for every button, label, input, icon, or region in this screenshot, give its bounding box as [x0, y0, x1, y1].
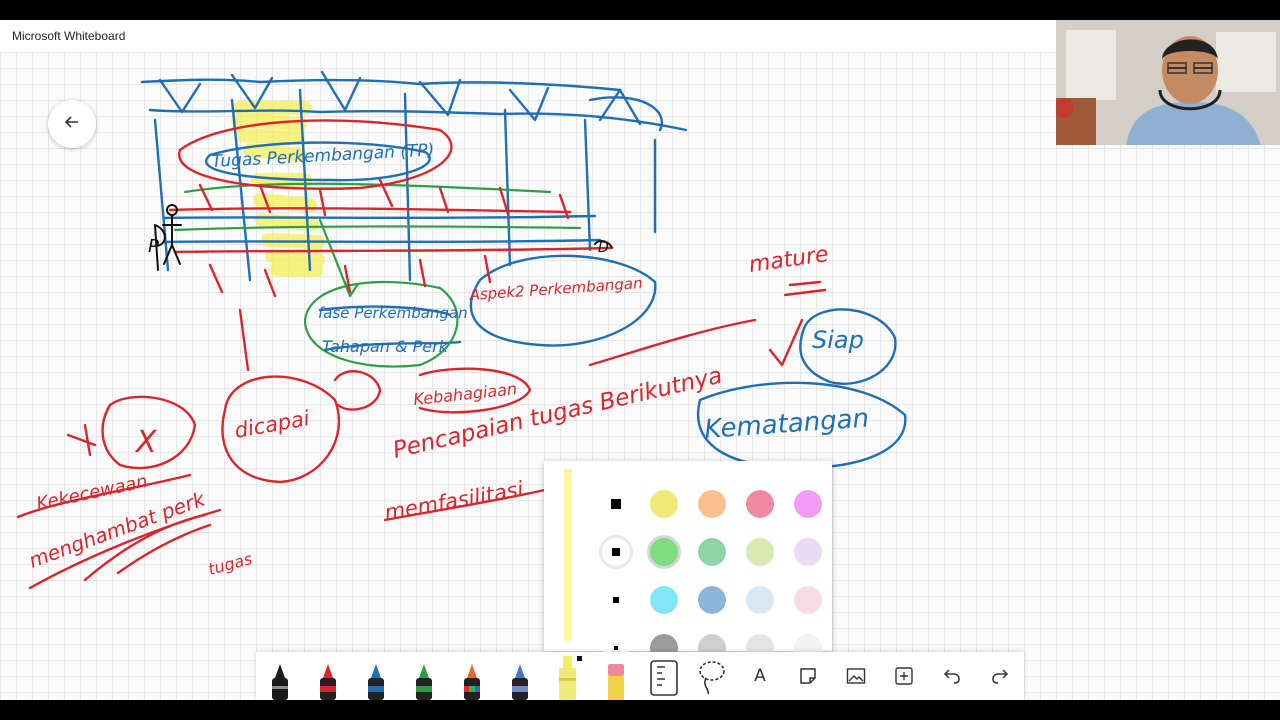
ink-text-fase-perkembangan: fase Perkembangan	[318, 304, 468, 322]
pen-icon	[464, 664, 480, 700]
lasso-tool[interactable]	[692, 652, 732, 700]
ink-text-tahapan: Tahapan & Perk	[322, 337, 449, 356]
redo-icon	[992, 669, 1009, 684]
ink-text-memfasilitasi: memfasilitasi	[383, 477, 526, 525]
color-swatch[interactable]	[794, 490, 822, 518]
ruler-icon	[650, 660, 678, 696]
redo-button[interactable]	[980, 652, 1020, 700]
pen-size-thick[interactable]	[602, 538, 630, 566]
ink-text-p: P	[148, 236, 159, 257]
note-tool[interactable]	[788, 652, 828, 700]
highlighter-icon	[559, 656, 582, 700]
bottom-toolbar: A	[256, 652, 1024, 700]
ink-text-kebahagiaan: Kebahagiaan	[412, 379, 517, 409]
color-swatch[interactable]	[698, 586, 726, 614]
ruler-tool[interactable]	[644, 652, 684, 700]
red-pen-tool[interactable]	[308, 652, 348, 700]
ink-text-d: D	[598, 240, 609, 256]
pen-icon	[416, 664, 432, 700]
pen-icon	[320, 664, 336, 700]
color-swatch[interactable]	[794, 538, 822, 566]
webcam-video	[1056, 20, 1280, 145]
ink-text-siap: Siap	[812, 326, 864, 354]
ink-text-x: X	[134, 425, 158, 460]
pen-icon	[368, 664, 384, 700]
blue-pen-tool[interactable]	[356, 652, 396, 700]
black-strokes	[154, 204, 613, 271]
add-tool[interactable]	[884, 652, 924, 700]
note-icon	[800, 668, 816, 684]
eraser-tool[interactable]	[596, 652, 636, 700]
color-swatch[interactable]	[746, 586, 774, 614]
color-swatch[interactable]	[746, 538, 774, 566]
text-tool[interactable]: A	[740, 652, 780, 700]
pen-size-medium[interactable]	[602, 586, 630, 614]
ink-palette-popup	[544, 461, 832, 662]
color-swatch[interactable]	[794, 586, 822, 614]
color-swatch[interactable]	[698, 490, 726, 518]
color-swatch[interactable]	[650, 490, 678, 518]
green-pen-tool[interactable]	[404, 652, 444, 700]
undo-button[interactable]	[932, 652, 972, 700]
ink-text-kematangan: Kematangan	[703, 404, 870, 445]
ink-text-tugas-perkembangan: Tugas Perkembangan (TP)	[211, 140, 435, 172]
image-tool[interactable]	[836, 652, 876, 700]
whiteboard-app: Microsoft Whiteboard Tugas Perkembangan …	[0, 20, 1280, 700]
ink-text-pencapaian: Pencapaian tugas Berikutnya	[391, 363, 725, 464]
ink-text-dicapai: dicapai	[233, 406, 312, 443]
eraser-icon	[608, 664, 624, 700]
color-swatch[interactable]	[650, 586, 678, 614]
ink-text-kekecewaan: Kekecewaan	[35, 471, 150, 515]
pen-icon	[512, 664, 528, 700]
pen-icon	[272, 664, 288, 700]
rainbow-pen-tool[interactable]	[452, 652, 492, 700]
color-swatch[interactable]	[698, 538, 726, 566]
selected-color-preview	[564, 469, 572, 641]
ink-text-tugas: tugas	[206, 549, 254, 579]
black-pen-tool[interactable]	[260, 652, 300, 700]
undo-icon	[943, 669, 960, 684]
text-icon: A	[754, 666, 766, 686]
color-swatch[interactable]	[650, 538, 678, 566]
galaxy-pen-tool[interactable]	[500, 652, 540, 700]
ink-text-aspek-perkembangan: Aspek2 Perkembangan	[468, 274, 643, 304]
add-icon	[895, 667, 913, 685]
color-swatch[interactable]	[746, 490, 774, 518]
lasso-icon	[699, 661, 725, 695]
pen-size-thickest[interactable]	[602, 490, 630, 518]
highlighter-tool[interactable]	[548, 652, 588, 700]
ink-text-mature: mature	[747, 242, 830, 278]
image-icon	[846, 668, 866, 684]
